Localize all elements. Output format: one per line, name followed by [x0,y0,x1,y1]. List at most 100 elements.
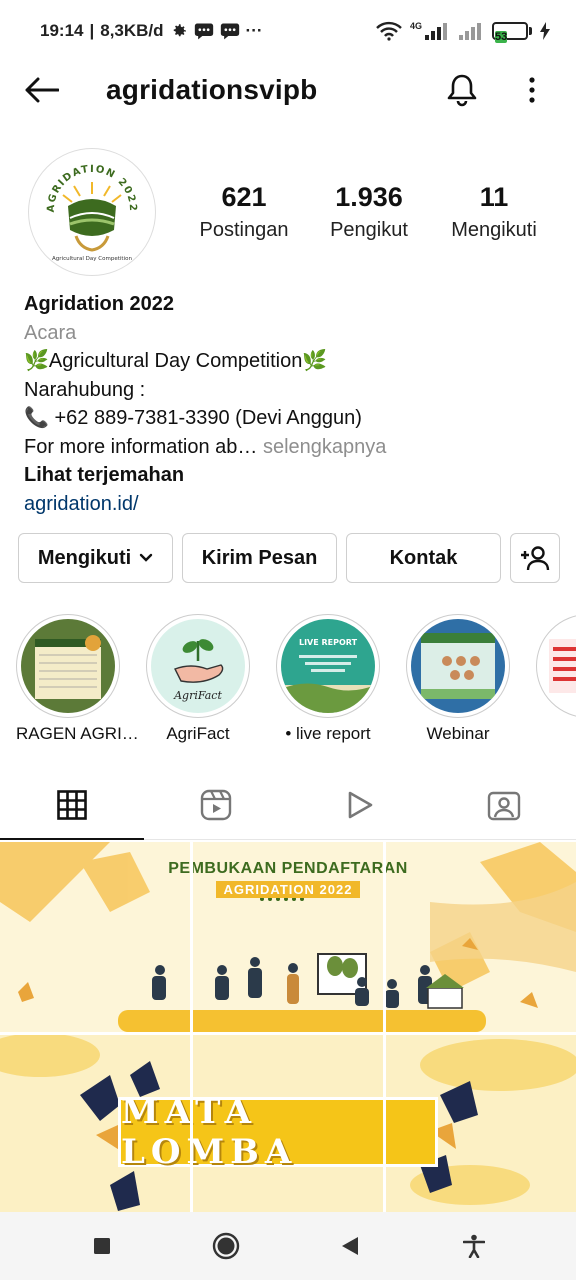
video-play-icon [348,791,373,818]
posts-count: 621 [221,182,267,212]
status-speed: 8,3KB/d [100,21,164,40]
profile-actions: Mengikuti Kirim Pesan Kontak [18,533,560,583]
highlight-label: Pro [536,724,576,744]
home-button[interactable] [204,1224,248,1268]
profile-category: Acara [24,321,77,344]
highlight-item[interactable]: AgriFact AgriFact [146,614,250,744]
competitions-banner: MATA LOMBA [118,1092,438,1172]
grid-divider [190,842,193,1212]
avatar[interactable]: AGRIDATION 2022 Agricultural Day Competi… [28,148,156,276]
highlight-label: Webinar [426,724,490,743]
settings-gear-icon [173,24,186,37]
following-count: 11 [479,182,509,212]
posts-label: Postingan [199,219,289,241]
notifications-button[interactable] [442,70,482,110]
circle-home-icon [212,1232,240,1260]
chat-icon [194,23,213,40]
profile-header: agridationsvipb [0,62,576,118]
see-more-link[interactable]: selengkapnya [257,436,386,458]
following-button[interactable]: Mengikuti [18,533,173,583]
network-type-label: 4G [409,21,422,31]
signal-icon [425,23,447,40]
phone-emoji-icon: 📞 [24,407,49,429]
live-report-cover-text: LIVE REPORT [299,638,358,647]
competitions-title: MATA LOMBA [121,1092,298,1172]
add-person-icon [521,546,550,571]
battery-level: 53 [495,31,508,43]
status-time: 19:14 [40,21,84,40]
highlight-item[interactable]: LIVE REPORT • live report [276,614,380,744]
highlight-item[interactable]: Pro [536,614,576,744]
followers-count: 1.936 [335,182,403,212]
system-navigation-bar [0,1212,576,1280]
battery-icon: 53 [492,22,532,43]
post-competitions[interactable]: MATA LOMBA [0,1035,576,1212]
tab-reels[interactable] [144,770,288,839]
posts-grid: PEMBUKAAN PENDAFTARAN AGRIDATION 2022 MA… [0,842,576,1212]
bell-icon [447,74,477,107]
back-nav-button[interactable] [328,1224,372,1268]
tab-tagged[interactable] [432,770,576,839]
tagged-person-icon [487,791,521,820]
signal-2-icon [459,23,481,40]
story-highlights: RAGEN AGRI… AgriFact AgriFact LIVE REPOR… [0,614,576,754]
tab-videos[interactable] [288,770,432,839]
status-separator: | [89,21,95,40]
translate-link[interactable]: Lihat terjemahan [24,461,564,490]
accessibility-button[interactable] [452,1224,496,1268]
tab-posts-grid[interactable] [0,770,144,840]
message-button[interactable]: Kirim Pesan [182,533,337,583]
website-link[interactable]: agridation.id/ [24,490,564,519]
reels-icon [200,789,232,820]
profile-tabs [0,770,576,840]
post-registration-title: PEMBUKAAN PENDAFTARAN [168,860,408,877]
bio-line-1: 🌿Agricultural Day Competition🌿 [24,350,328,372]
highlight-label: AgriFact [166,724,230,743]
highlight-item[interactable]: Webinar [406,614,510,744]
profile-name: Agridation 2022 [24,293,175,315]
more-vertical-icon [529,77,535,103]
posts-stat[interactable]: 621 Postingan [197,182,291,242]
logo-subtitle: Agricultural Day Competition [52,256,132,262]
square-icon [94,1238,110,1254]
chevron-down-icon [139,553,153,562]
herb-emoji-icon: 🌿 [24,350,49,372]
highlight-item[interactable]: RAGEN AGRI… [16,614,139,744]
post-registration-subtitle: AGRIDATION 2022 [0,881,576,898]
status-bar: 19:14 | 8,3KB/d ··· 4G 53 [0,0,576,62]
highlight-cover: AgriFact [151,619,245,713]
agridation-logo: AGRIDATION 2022 Agricultural Day Competi… [46,164,137,262]
bio-line-4: For more information ab… selengkapnya [24,435,387,458]
grid-icon [57,789,87,820]
recent-apps-button[interactable] [80,1224,124,1268]
more-notifications-icon: ··· [245,21,263,40]
status-right: 4G 53 [376,21,550,43]
followers-stat[interactable]: 1.936 Pengikut [326,182,412,242]
suggested-users-button[interactable] [510,533,560,583]
following-stat[interactable]: 11 Mengikuti [446,182,542,242]
back-arrow-icon [25,77,59,103]
triangle-back-icon [342,1237,358,1255]
profile-stats-row: AGRIDATION 2022 Agricultural Day Competi… [0,148,576,278]
profile-username: agridationsvipb [106,74,318,105]
following-label: Mengikuti [451,219,537,241]
profile-bio: Agridation 2022 Acara 🌿Agricultural Day … [24,290,564,518]
highlight-label: RAGEN AGRI… [16,724,139,743]
followers-label: Pengikut [330,219,408,241]
post-registration[interactable]: PEMBUKAAN PENDAFTARAN AGRIDATION 2022 [0,842,576,1032]
status-left: 19:14 | 8,3KB/d ··· [40,21,263,41]
grid-divider [383,842,386,1212]
wifi-icon [376,21,402,41]
back-button[interactable] [24,72,60,108]
highlight-cover [21,619,115,713]
accessibility-icon [463,1234,485,1258]
herb-emoji-icon: 🌿 [302,350,328,372]
highlight-cover: LIVE REPORT [281,619,375,713]
charging-icon [540,22,550,40]
highlight-label: • live report [285,724,371,743]
bio-line-3: 📞 +62 889-7381-3390 (Devi Anggun) [24,407,362,429]
bio-line-2: Narahubung : [24,378,146,401]
more-options-button[interactable] [512,70,552,110]
grid-divider [0,1032,576,1035]
contact-button[interactable]: Kontak [346,533,501,583]
